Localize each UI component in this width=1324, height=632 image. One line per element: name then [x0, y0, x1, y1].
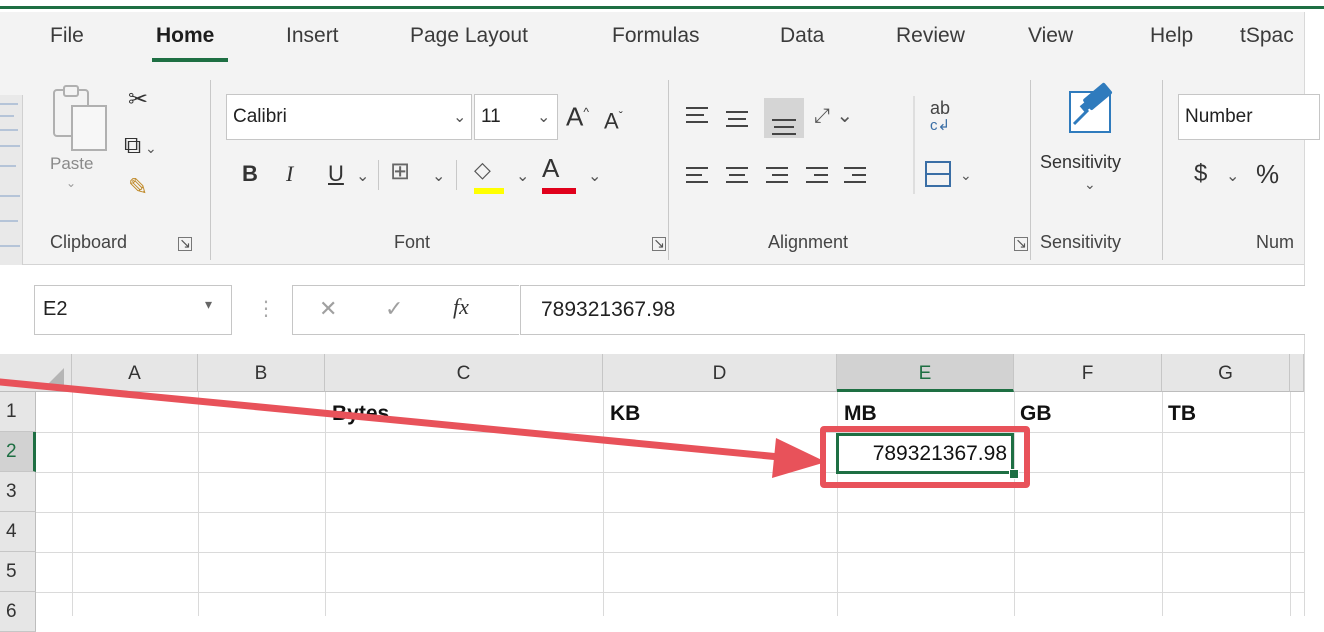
currency-button[interactable]: $ [1194, 162, 1207, 186]
title-bar-strip [0, 0, 1324, 12]
grid-line [36, 552, 1304, 553]
align-left-button[interactable] [684, 156, 714, 196]
paste-label: Paste [50, 154, 94, 173]
tab-file[interactable]: File [50, 24, 84, 48]
column-header-g[interactable]: G [1162, 354, 1290, 392]
underline-dropdown-icon[interactable]: ⌄ [356, 166, 369, 186]
font-size-dropdown[interactable]: 11 ⌄ [474, 94, 558, 140]
percent-button[interactable]: % [1256, 161, 1279, 187]
paste-icon [53, 85, 107, 151]
fill-color-dropdown-icon[interactable]: ⌄ [516, 166, 529, 186]
italic-button[interactable]: I [286, 162, 293, 186]
tab-review[interactable]: Review [896, 24, 965, 48]
paste-dropdown-icon: ⌄ [66, 176, 77, 190]
wrap-arrow-icon: c↲ [930, 117, 951, 134]
group-separator [1162, 80, 1163, 260]
align-middle-button[interactable] [724, 94, 754, 134]
clipboard-group-label: Clipboard [50, 232, 128, 252]
side-thumbnail [0, 95, 23, 270]
align-center-button[interactable] [724, 156, 754, 196]
group-separator [456, 160, 457, 190]
annotation-highlight-box [820, 426, 1030, 488]
font-group-label: Font [394, 232, 431, 252]
shrink-font-glyph: A [604, 108, 619, 134]
grow-font-glyph: A [566, 101, 584, 132]
alignment-group-label: Alignment [768, 232, 849, 252]
shrink-font-icon[interactable]: Aˇ [604, 104, 623, 133]
font-color-swatch [542, 188, 576, 194]
wrap-text-glyph: ab [930, 98, 951, 118]
number-group-label: Num [1256, 232, 1295, 252]
sensitivity-group-label: Sensitivity [1040, 232, 1122, 252]
tab-formulas[interactable]: Formulas [612, 24, 700, 48]
grid-line [1290, 392, 1291, 616]
grid-line [36, 592, 1304, 593]
cut-icon[interactable]: ✂ [128, 88, 148, 112]
number-format-value: Number [1185, 106, 1253, 127]
cell-f1[interactable]: GB [1020, 402, 1052, 426]
borders-dropdown-icon[interactable]: ⌄ [432, 166, 445, 186]
tab-view[interactable]: View [1028, 24, 1073, 48]
borders-icon[interactable]: ⊞ [390, 160, 410, 184]
column-header-f[interactable]: F [1014, 354, 1162, 392]
tab-home[interactable]: Home [156, 24, 214, 48]
tab-insert[interactable]: Insert [286, 24, 339, 48]
font-color-button[interactable]: A [542, 153, 576, 198]
clipboard-launcher-icon[interactable]: ↘ [178, 236, 192, 251]
column-header-h[interactable] [1290, 354, 1304, 392]
font-color-glyph: A [542, 153, 560, 183]
row-header-4[interactable]: 4 [0, 512, 36, 552]
sensitivity-icon [1069, 82, 1113, 133]
grid-line [1162, 392, 1163, 616]
fill-color-button[interactable]: ◇ [474, 158, 508, 198]
merge-center-button[interactable] [924, 156, 978, 196]
grid-line [36, 512, 1304, 513]
align-top-button[interactable] [684, 94, 714, 134]
title-bar-accent [0, 6, 1324, 9]
font-size-value: 11 [481, 106, 501, 127]
sensitivity-button[interactable]: Sensitivity ⌄ [1036, 78, 1148, 208]
row-header-6[interactable]: 6 [0, 592, 36, 632]
align-right-button[interactable] [764, 156, 794, 196]
sensitivity-button-label: Sensitivity [1040, 152, 1122, 172]
orientation-button[interactable] [812, 94, 872, 134]
group-separator [378, 160, 379, 190]
number-format-dropdown[interactable]: Number [1178, 94, 1320, 140]
chevron-down-icon: ⌄ [1084, 176, 1096, 192]
group-separator [1030, 80, 1031, 260]
fill-color-swatch [474, 188, 504, 194]
format-painter-icon[interactable]: ✎ [128, 176, 148, 200]
font-color-dropdown-icon[interactable]: ⌄ [588, 166, 601, 186]
tab-help[interactable]: Help [1150, 24, 1193, 48]
tab-data[interactable]: Data [780, 24, 824, 48]
fill-color-icon: ◇ [474, 157, 491, 182]
annotation-arrow [0, 378, 826, 478]
decrease-indent-button[interactable] [804, 156, 834, 196]
font-name-value: Calibri [233, 106, 287, 127]
alignment-launcher-icon[interactable]: ↘ [1014, 236, 1028, 251]
font-launcher-icon[interactable]: ↘ [652, 236, 666, 251]
increase-indent-button[interactable] [842, 156, 872, 196]
align-bottom-button[interactable] [764, 94, 804, 134]
chevron-down-icon: ⌄ [453, 109, 467, 126]
paste-button[interactable]: Paste ⌄ [50, 84, 112, 204]
chevron-down-icon: ⌄ [537, 109, 551, 126]
wrap-text-button[interactable]: ab c↲ [930, 98, 951, 134]
grow-font-icon[interactable]: A^ [566, 100, 589, 132]
underline-button[interactable]: U [328, 162, 344, 186]
bold-button[interactable]: B [242, 162, 258, 186]
row-header-5[interactable]: 5 [0, 552, 36, 592]
currency-dropdown-icon[interactable]: ⌄ [1226, 166, 1239, 186]
group-separator [668, 80, 669, 260]
group-separator [210, 80, 211, 260]
tab-tspace[interactable]: tSpac [1240, 24, 1294, 48]
copy-icon[interactable]: ⧉ ⌄ [124, 134, 157, 160]
active-tab-underline [152, 58, 228, 62]
column-header-e[interactable]: E [837, 354, 1014, 392]
cell-g1[interactable]: TB [1168, 402, 1196, 426]
tab-page-layout[interactable]: Page Layout [410, 24, 528, 48]
cell-e1[interactable]: MB [844, 402, 877, 426]
font-name-dropdown[interactable]: Calibri ⌄ [226, 94, 472, 140]
